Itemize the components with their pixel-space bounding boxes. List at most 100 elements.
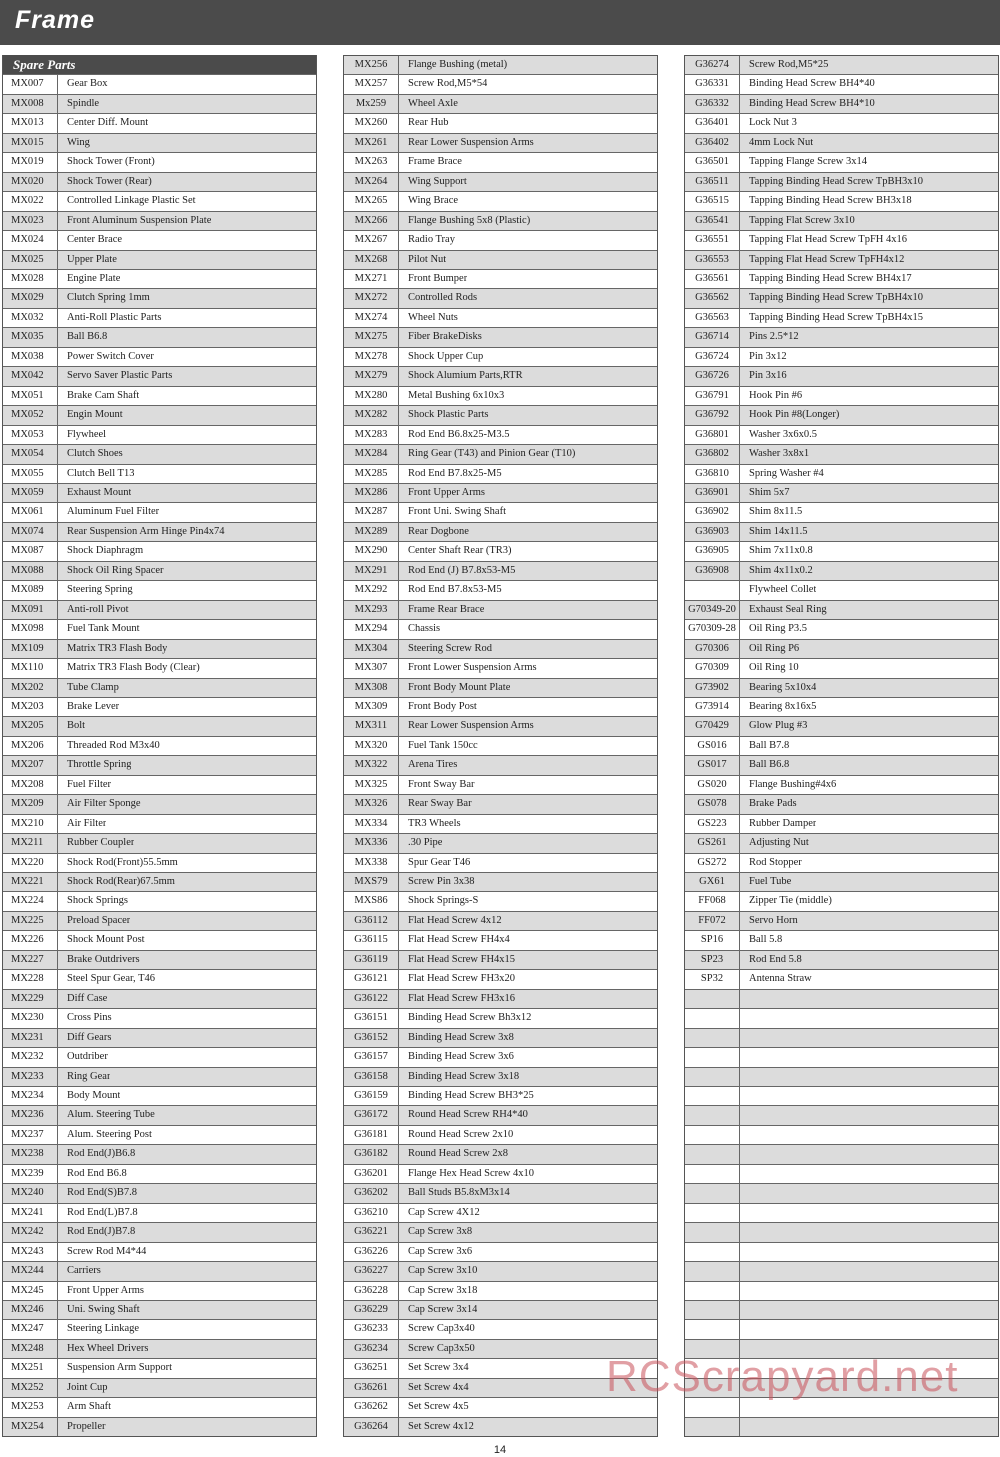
- part-name: [740, 1048, 749, 1066]
- part-name: Cap Screw 3x14: [408, 1304, 478, 1315]
- part-name: [740, 1029, 749, 1047]
- part-code: MX232: [3, 1048, 58, 1067]
- part-name: Front Sway Bar: [408, 778, 475, 790]
- part-name: Tapping Binding Head Screw TpBH4x10: [749, 292, 924, 304]
- table-row: MX054 Clutch Shoes: [3, 444, 316, 464]
- part-code: G73902: [685, 678, 740, 697]
- part-name: Alum. Steering Post: [67, 1128, 152, 1140]
- part-code: MX309: [344, 697, 399, 717]
- parts-table-column-2: MX256 Flange Bushing (metal) MX257 Screw Ro…: [343, 55, 658, 1438]
- part-name: Anti-Roll Plastic Parts: [67, 311, 162, 323]
- part-name: Tapping Flat Head Screw TpFH4x12: [749, 253, 905, 265]
- part-code: MX280: [344, 386, 399, 406]
- part-code: [685, 1145, 740, 1164]
- table-row: MX251 Suspension Arm Support: [3, 1358, 316, 1378]
- table-row: G36515 Tapping Binding Head Screw BH3x18: [685, 191, 998, 211]
- part-code: Mx259: [344, 94, 399, 114]
- part-code: MX287: [344, 503, 399, 522]
- part-code: MX293: [344, 600, 399, 620]
- part-name: Shock Plastic Parts: [408, 409, 489, 421]
- part-name: Front Body Mount Plate: [408, 681, 511, 693]
- part-name: Cap Screw 3x18: [408, 1284, 478, 1296]
- table-row: Flywheel Collet: [685, 580, 998, 600]
- table-row: MX239 Rod End B6.8: [3, 1163, 316, 1184]
- part-code: G36401: [685, 114, 740, 133]
- part-name: Wing Support: [408, 175, 467, 187]
- part-code: MX247: [3, 1320, 58, 1339]
- part-name: Pins 2.5*12: [749, 331, 799, 343]
- table-row: MX088 Shock Oil Ring Spacer: [3, 560, 316, 581]
- table-row: G36119 Flat Head Screw FH4x15: [344, 949, 657, 970]
- part-name: Exhaust Mount: [67, 486, 132, 498]
- part-name: Throttle Spring: [67, 759, 132, 771]
- table-row: G36905 Shim 7x11x0.8: [685, 541, 998, 561]
- part-code: MX053: [3, 425, 58, 445]
- part-name: Clutch Spring 1mm: [67, 292, 150, 304]
- part-code: MX051: [3, 386, 58, 406]
- part-code: SP23: [685, 950, 740, 970]
- part-code: MX210: [3, 814, 58, 834]
- part-code: MX282: [344, 406, 399, 425]
- page-number: 14: [493, 1444, 507, 1456]
- table-row: FF068 Zipper Tie (middle): [685, 891, 998, 911]
- table-row: MX304 Steering Screw Rod: [344, 638, 657, 659]
- part-code: SP32: [685, 970, 740, 989]
- part-code: MX029: [3, 289, 58, 308]
- part-name: Steel Spur Gear, T46: [67, 973, 156, 985]
- part-code: MX221: [3, 873, 58, 892]
- part-name: Suspension Arm Support: [67, 1362, 173, 1374]
- part-name: Front Upper Arms: [67, 1284, 144, 1296]
- table-row: MX244 Carriers: [3, 1261, 316, 1281]
- part-name: Rod End B6.8x25-M3.5: [408, 428, 510, 440]
- table-row: G36903 Shim 14x11.5: [685, 521, 998, 542]
- table-row: MX282 Shock Plastic Parts: [344, 405, 657, 425]
- part-name: [740, 990, 749, 1008]
- table-row: G70429 Glow Plug #3: [685, 716, 998, 736]
- table-row: MX229 Diff Case: [3, 988, 316, 1009]
- part-name: Screw Pin 3x38: [408, 876, 475, 888]
- part-code: MX283: [344, 425, 399, 445]
- table-row: SP32 Antenna Straw: [685, 969, 998, 989]
- part-name: [740, 1184, 749, 1202]
- part-code: MX320: [344, 736, 399, 756]
- part-code: G36157: [344, 1048, 399, 1067]
- table-row: G36332 Binding Head Screw BH4*10: [685, 93, 998, 114]
- part-code: G36122: [344, 989, 399, 1009]
- part-code: MXS86: [344, 892, 399, 911]
- part-code: MX240: [3, 1184, 58, 1203]
- part-name: Set Screw 4x4: [408, 1381, 469, 1393]
- part-name: Screw Cap3x50: [408, 1342, 475, 1354]
- part-code: [685, 1301, 740, 1320]
- watermark: RCScrapyard.net: [606, 1352, 959, 1401]
- table-row: G36181 Round Head Screw 2x10: [344, 1124, 657, 1145]
- part-code: MX238: [3, 1145, 58, 1164]
- part-code: MX325: [344, 775, 399, 795]
- part-code: MX245: [3, 1281, 58, 1300]
- part-name: Rod End (J) B7.8x53-M5: [408, 564, 516, 576]
- table-row: MX274 Wheel Nuts: [344, 307, 657, 328]
- table-row: [685, 1066, 998, 1087]
- part-name: Hook Pin #8(Longer): [749, 409, 840, 421]
- part-name: Shock Springs-S: [408, 895, 479, 907]
- part-name: Zipper Tie (middle): [749, 895, 832, 907]
- table-row: G36221 Cap Screw 3x8: [344, 1222, 657, 1242]
- part-code: MX253: [3, 1398, 58, 1417]
- part-name: Shim 8x11.5: [749, 506, 803, 518]
- table-row: MX266 Flange Bushing 5x8 (Plastic): [344, 210, 657, 231]
- part-code: MX243: [3, 1242, 58, 1262]
- table-row: SP23 Rod End 5.8: [685, 949, 998, 970]
- part-code: MX241: [3, 1203, 58, 1223]
- table-row: MX267 Radio Tray: [344, 230, 657, 250]
- part-name: Ball 5.8: [749, 934, 783, 946]
- part-name: Fuel Tank Mount: [67, 623, 140, 635]
- section-header: Spare Parts: [3, 55, 316, 75]
- table-row: MX237 Alum. Steering Post: [3, 1124, 316, 1145]
- part-code: G36152: [344, 1028, 399, 1048]
- part-code: MX264: [344, 172, 399, 192]
- part-code: MX028: [3, 269, 58, 289]
- table-row: MX032 Anti-Roll Plastic Parts: [3, 307, 316, 328]
- part-name: Matrix TR3 Flash Body: [67, 642, 168, 654]
- table-row: MX234 Body Mount: [3, 1086, 316, 1106]
- part-code: [685, 1164, 740, 1184]
- table-row: G36802 Washer 3x8x1: [685, 444, 998, 464]
